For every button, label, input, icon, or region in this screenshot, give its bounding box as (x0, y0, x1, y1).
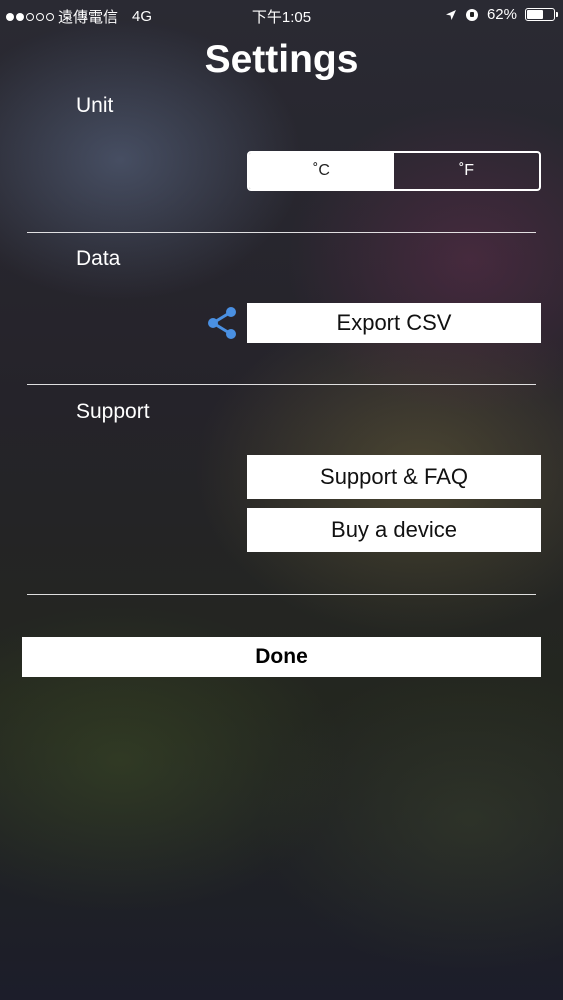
orientation-lock-icon (465, 8, 478, 21)
divider (27, 384, 536, 385)
share-icon[interactable] (205, 305, 239, 341)
section-label-data: Data (76, 247, 121, 270)
battery-fill (527, 10, 543, 19)
location-arrow-icon (445, 9, 456, 20)
unit-option-fahrenheit[interactable]: ˚F (394, 153, 539, 189)
section-label-unit: Unit (76, 94, 114, 117)
status-right: 62% (445, 6, 558, 23)
export-csv-button[interactable]: Export CSV (247, 303, 541, 343)
status-bar: 遠傳電信 4G 下午1:05 62% (0, 0, 563, 30)
temperature-unit-toggle[interactable]: ˚C ˚F (247, 151, 541, 191)
page-title: Settings (204, 38, 359, 81)
battery-icon (525, 8, 558, 21)
support-faq-button[interactable]: Support & FAQ (247, 455, 541, 499)
divider (27, 232, 536, 233)
done-button[interactable]: Done (22, 637, 541, 677)
section-label-support: Support (76, 400, 150, 423)
battery-percent: 62% (486, 6, 517, 23)
divider (27, 594, 536, 595)
battery-nub (556, 12, 558, 17)
buy-device-button[interactable]: Buy a device (247, 508, 541, 552)
unit-option-celsius[interactable]: ˚C (249, 153, 394, 189)
